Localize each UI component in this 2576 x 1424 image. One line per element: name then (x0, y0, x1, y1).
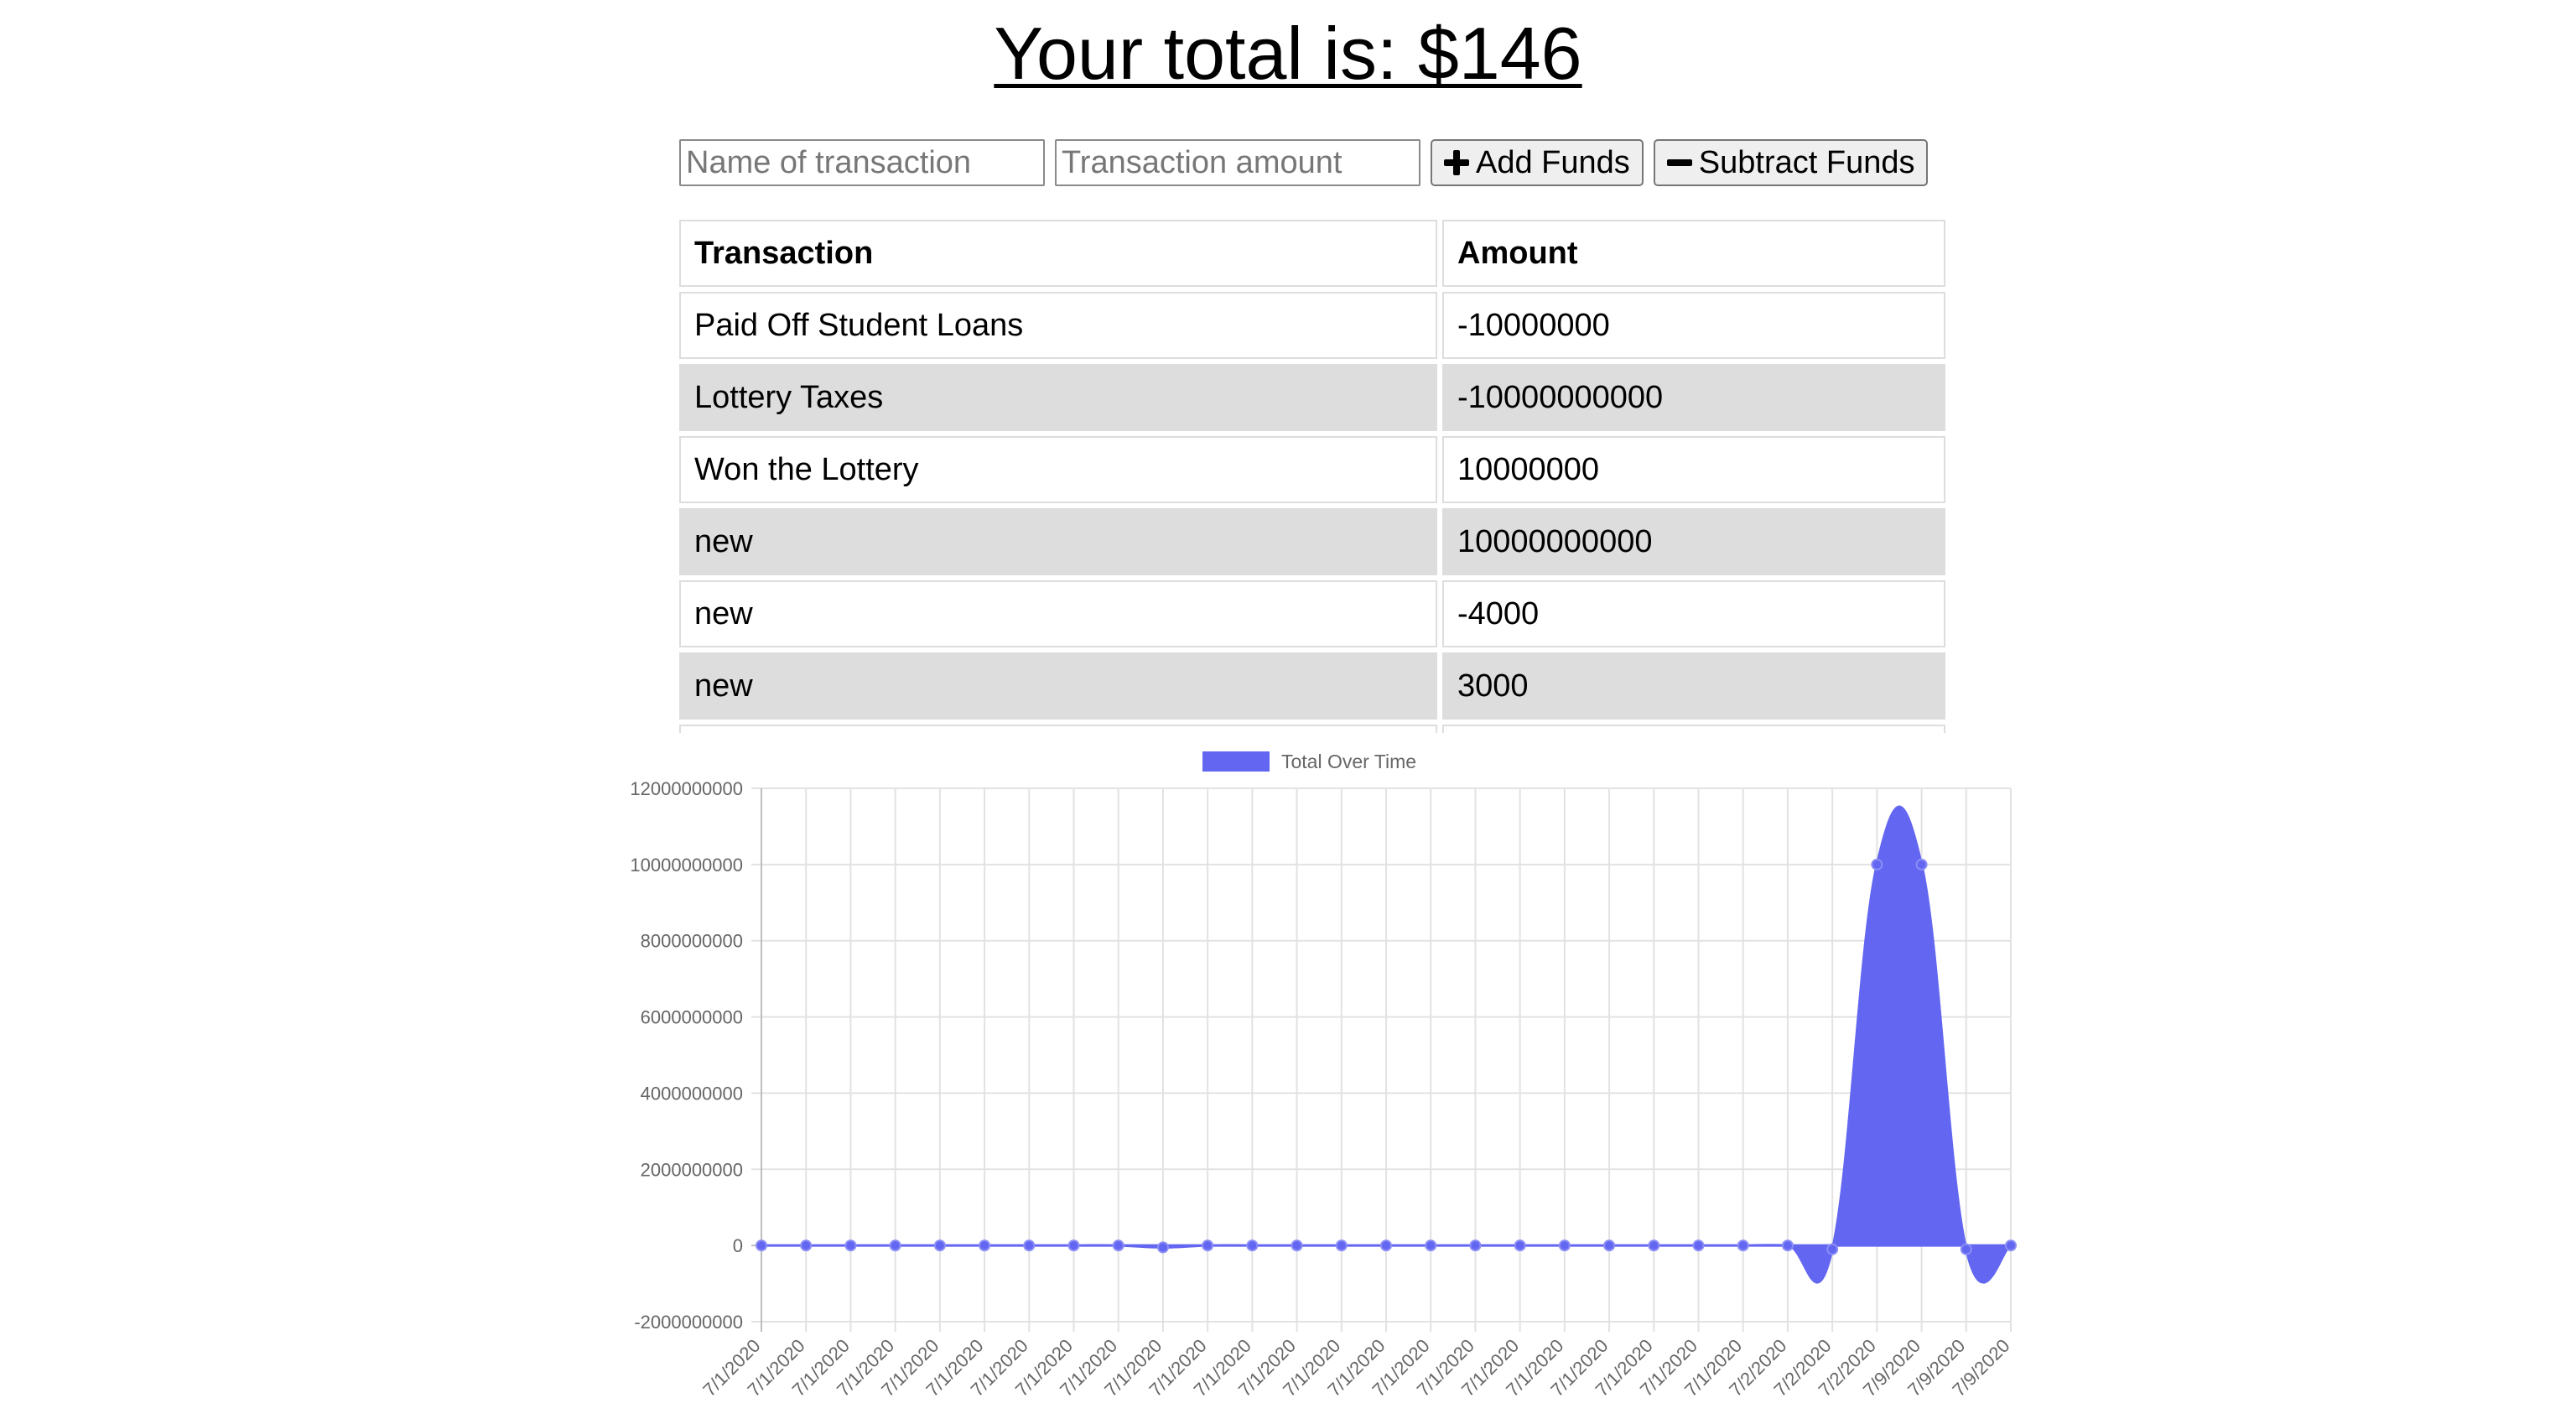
transaction-name-cell: Won the Lottery (679, 436, 1437, 503)
transactions-table: Transaction Amount Paid Off Student Loan… (679, 220, 1950, 733)
data-point[interactable] (1291, 1240, 1303, 1252)
transaction-form: Add Funds Subtract Funds (679, 139, 1929, 186)
page: Your total is: $146 Add Funds Subtract F… (0, 0, 2576, 1424)
x-axis-labels: 7/1/20207/1/20207/1/20207/1/20207/1/2020… (699, 1335, 2013, 1401)
data-point[interactable] (1425, 1240, 1437, 1252)
data-point[interactable] (1469, 1240, 1482, 1252)
table-row: new 10000000000 (679, 508, 1945, 575)
data-point[interactable] (1603, 1240, 1616, 1252)
column-header-transaction: Transaction (679, 220, 1437, 287)
y-tick-label: 4000000000 (641, 1083, 743, 1104)
y-tick-label: 8000000000 (641, 931, 743, 952)
minus-icon (1666, 150, 1692, 175)
data-point[interactable] (1558, 1240, 1571, 1252)
subtract-funds-button[interactable]: Subtract Funds (1653, 139, 1929, 186)
subtract-funds-label: Subtract Funds (1698, 144, 1915, 180)
y-tick-label: 0 (733, 1235, 743, 1256)
table-row: Paid Off Student Loans -10000000 (679, 292, 1945, 359)
data-point[interactable] (1246, 1240, 1259, 1252)
transaction-amount-input[interactable] (1055, 139, 1420, 186)
table-row: Lottery Taxes -10000000000 (679, 364, 1945, 431)
y-tick-label: -2000000000 (634, 1312, 743, 1333)
y-tick-label: 10000000000 (630, 855, 743, 876)
transaction-amount-cell: -10000000 (1442, 292, 1945, 359)
y-tick-label: 12000000000 (630, 778, 743, 799)
y-tick-label: 2000000000 (641, 1159, 743, 1180)
transaction-amount-cell: -4000 (1442, 580, 1945, 647)
transaction-name-cell: Lottery Taxes (679, 364, 1437, 431)
chart-legend[interactable]: Total Over Time (1202, 751, 1416, 772)
table-row: new -4000 (679, 580, 1945, 647)
transaction-amount-cell: -10000000000 (1442, 364, 1945, 431)
total-over-time-chart: 12000000000 10000000000 8000000000 60000000… (630, 751, 2017, 1401)
data-point[interactable] (1112, 1240, 1124, 1252)
data-point[interactable] (1960, 1243, 1972, 1255)
y-axis-labels: 12000000000 10000000000 8000000000 60000000… (630, 778, 743, 1333)
data-point[interactable] (800, 1240, 813, 1252)
data-point[interactable] (1380, 1240, 1392, 1252)
transaction-amount-cell: 10000000 (1442, 436, 1945, 503)
add-funds-button[interactable]: Add Funds (1431, 139, 1644, 186)
data-point[interactable] (1781, 1240, 1794, 1252)
legend-swatch (1202, 751, 1270, 772)
table-row: Won the Lottery 10000000 (679, 436, 1945, 503)
y-tick-label: 6000000000 (641, 1007, 743, 1028)
transaction-name-input[interactable] (679, 139, 1045, 186)
data-point[interactable] (1871, 858, 1883, 871)
data-point[interactable] (889, 1240, 901, 1252)
transaction-name-cell: new (679, 580, 1437, 647)
data-point[interactable] (2005, 1240, 2017, 1252)
data-point[interactable] (1335, 1240, 1348, 1252)
data-point[interactable] (933, 1240, 946, 1252)
transaction-amount-cell: 10000000000 (1442, 508, 1945, 575)
data-point[interactable] (1737, 1240, 1749, 1252)
column-header-amount: Amount (1442, 220, 1945, 287)
data-point[interactable] (1692, 1240, 1705, 1252)
plus-icon (1444, 150, 1469, 175)
transactions-table-container[interactable]: Transaction Amount Paid Off Student Loan… (679, 220, 1950, 733)
data-point[interactable] (756, 1240, 767, 1252)
table-header-row: Transaction Amount (679, 220, 1945, 287)
total-heading: Your total is: $146 (994, 12, 1582, 95)
data-point[interactable] (1915, 858, 1928, 871)
data-point[interactable] (1202, 1240, 1214, 1252)
add-funds-label: Add Funds (1476, 144, 1630, 180)
data-point[interactable] (1514, 1240, 1526, 1252)
transaction-name-cell: Paid Off Student Loans (679, 292, 1437, 359)
transaction-amount-cell: 3000 (1442, 652, 1945, 720)
table-row: new 3000 (679, 652, 1945, 720)
data-point[interactable] (1826, 1243, 1839, 1255)
data-point[interactable] (1156, 1241, 1169, 1254)
data-point[interactable] (844, 1240, 857, 1252)
data-point[interactable] (1067, 1240, 1080, 1252)
legend-label: Total Over Time (1281, 751, 1416, 772)
transaction-name-cell: new (679, 652, 1437, 720)
data-point[interactable] (1023, 1240, 1036, 1252)
transaction-name-cell: new (679, 508, 1437, 575)
data-point[interactable] (979, 1240, 991, 1252)
data-point[interactable] (1648, 1240, 1660, 1252)
